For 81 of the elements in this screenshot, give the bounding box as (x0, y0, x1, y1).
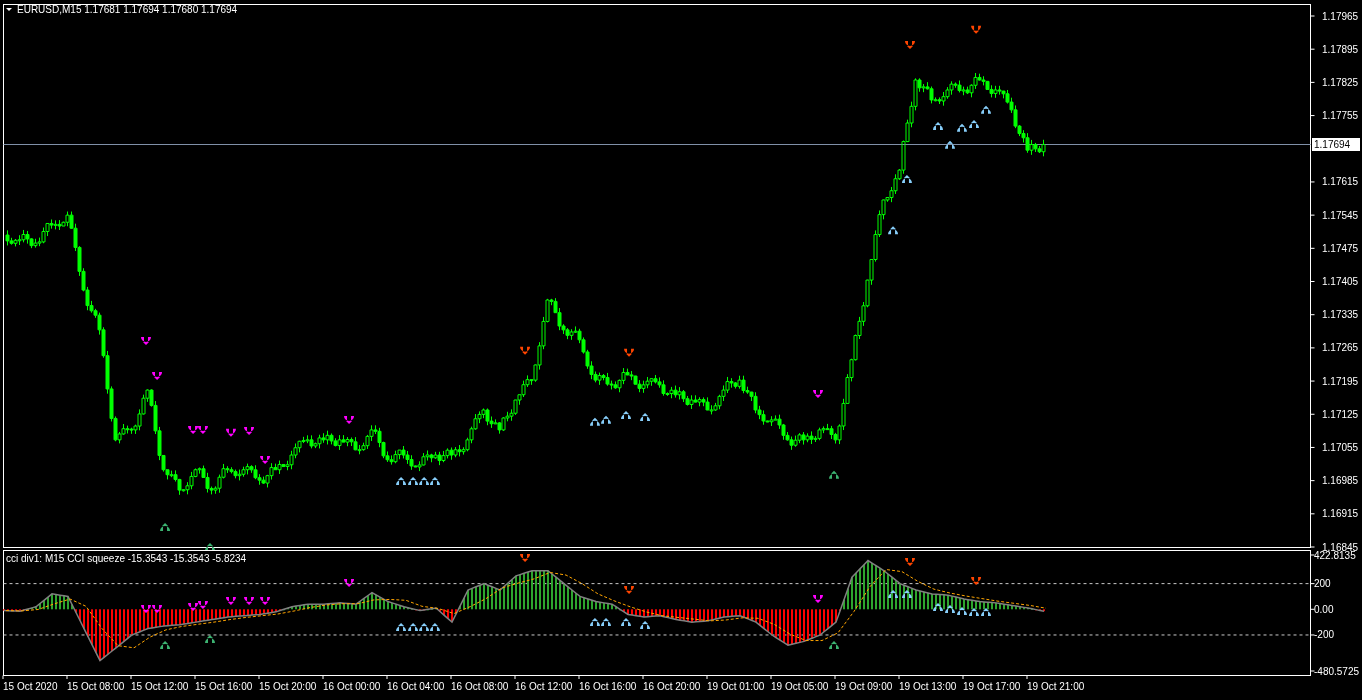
price-label: 1.17475 (1322, 242, 1359, 254)
down-arrow-icon (624, 585, 635, 594)
time-label: 15 Oct 16:00 (195, 681, 253, 692)
price-label: 1.17545 (1322, 209, 1359, 221)
down-arrow-icon (344, 416, 355, 425)
time-label: 19 Oct 05:00 (771, 681, 829, 692)
price-label: 1.17335 (1322, 309, 1359, 321)
up-arrow-icon (640, 413, 651, 421)
axis-label: 0.00 (1314, 603, 1334, 615)
up-arrow-icon (829, 641, 839, 650)
time-label: 16 Oct 08:00 (451, 681, 509, 692)
price-label: 1.17055 (1322, 441, 1359, 453)
up-arrow-icon (901, 589, 912, 598)
up-arrow-icon (589, 617, 600, 626)
down-arrow-icon (188, 603, 199, 612)
axis-label: -200 (1314, 629, 1334, 641)
down-arrow-icon (152, 604, 163, 613)
time-label: 16 Oct 00:00 (323, 681, 381, 692)
price-label: 1.17265 (1322, 342, 1359, 354)
price-label: 1.17755 (1322, 110, 1359, 122)
price-label: 1.17895 (1322, 43, 1359, 55)
down-arrow-icon (260, 455, 271, 464)
down-arrow-icon (225, 597, 236, 605)
down-arrow-icon (905, 41, 915, 50)
up-arrow-icon (640, 621, 651, 629)
time-label: 19 Oct 01:00 (707, 681, 765, 692)
down-arrow-icon (152, 371, 163, 380)
price-label: 1.17965 (1322, 10, 1359, 22)
time-label: 16 Oct 04:00 (387, 681, 445, 692)
down-arrow-icon (141, 604, 151, 613)
time-label: 19 Oct 17:00 (963, 681, 1021, 692)
time-label: 19 Oct 13:00 (899, 681, 957, 692)
up-arrow-icon (408, 622, 419, 631)
indicator-title: cci div1: M15 CCI squeeze -15.3543 -15.3543 -5.8234 (6, 553, 247, 564)
down-arrow-icon (344, 579, 355, 588)
up-arrow-icon (419, 622, 430, 631)
up-arrow-icon (901, 175, 912, 183)
time-label: 15 Oct 12:00 (131, 681, 189, 692)
down-arrow-icon (971, 577, 982, 585)
time-label: 15 Oct 08:00 (67, 681, 125, 692)
price-label: 1.17615 (1322, 176, 1359, 188)
down-arrow-icon (244, 597, 255, 605)
down-arrow-icon (141, 336, 151, 345)
axis-label: -480.5725 (1314, 665, 1360, 677)
down-arrow-icon (905, 557, 915, 566)
up-arrow-icon (205, 635, 215, 643)
dropdown-icon[interactable] (6, 8, 12, 11)
time-label: 19 Oct 09:00 (835, 681, 893, 692)
chart-title: EURUSD,M15 1.17681 1.17694 1.17680 1.17694 (17, 4, 238, 15)
up-arrow-icon (429, 622, 440, 631)
up-arrow-icon (888, 589, 899, 598)
down-arrow-icon (520, 346, 531, 355)
up-arrow-icon (589, 417, 600, 426)
down-arrow-icon (520, 554, 531, 562)
time-label: 16 Oct 20:00 (643, 681, 701, 692)
price-label: 1.16985 (1322, 475, 1359, 487)
down-arrow-icon (244, 426, 255, 435)
up-arrow-icon (396, 622, 407, 631)
down-arrow-icon (624, 348, 635, 357)
time-label: 15 Oct 20:00 (259, 681, 317, 692)
down-arrow-icon (813, 390, 823, 398)
time-label: 16 Oct 12:00 (515, 681, 573, 692)
up-arrow-icon (888, 226, 899, 235)
current-price-tag: 1.17694 (1312, 138, 1360, 151)
axis-label: 200 (1314, 578, 1331, 590)
up-arrow-icon (160, 641, 171, 650)
price-label: 1.16915 (1322, 508, 1359, 520)
up-arrow-icon (205, 542, 215, 551)
price-label: 1.17195 (1322, 375, 1359, 387)
down-arrow-icon (260, 597, 271, 605)
price-label: 1.17825 (1322, 76, 1359, 88)
down-arrow-icon (971, 25, 982, 34)
time-label: 15 Oct 2020 (3, 681, 58, 692)
time-label: 19 Oct 21:00 (1027, 681, 1085, 692)
up-arrow-icon (160, 523, 171, 531)
down-arrow-icon (225, 428, 236, 437)
down-arrow-icon (813, 594, 823, 603)
price-label: 1.17405 (1322, 276, 1359, 287)
up-arrow-icon (829, 470, 839, 479)
time-label: 16 Oct 16:00 (579, 681, 637, 692)
price-label: 1.17125 (1322, 408, 1359, 420)
